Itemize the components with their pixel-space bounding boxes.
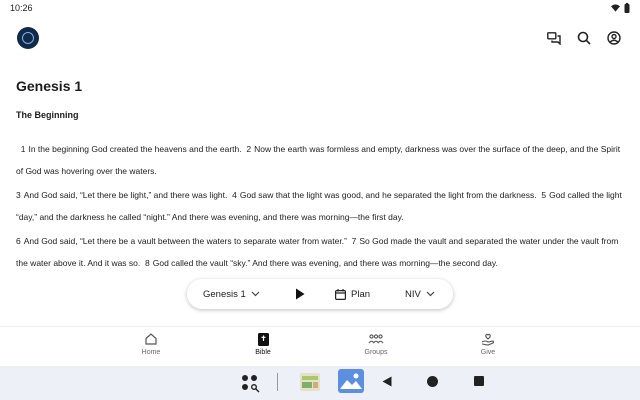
plan-label: Plan bbox=[351, 288, 371, 300]
play-audio-button[interactable] bbox=[295, 288, 305, 300]
chevron-down-icon bbox=[251, 291, 260, 297]
give-icon bbox=[481, 333, 495, 346]
nav-groups-label: Groups bbox=[364, 349, 388, 356]
apps-search-icon bbox=[242, 375, 260, 393]
reader-controls: Genesis 1 Plan NIV bbox=[187, 279, 453, 309]
nav-give[interactable]: Give bbox=[458, 331, 518, 356]
nav-bible[interactable]: Bible bbox=[233, 331, 293, 356]
home-circle-icon bbox=[427, 376, 438, 387]
system-icons bbox=[611, 3, 630, 13]
verse-number: 6 bbox=[16, 236, 21, 246]
groups-icon bbox=[368, 334, 384, 344]
nav-give-label: Give bbox=[480, 349, 496, 356]
play-icon bbox=[296, 288, 305, 300]
verse-text: In the beginning God created the heavens… bbox=[28, 144, 242, 154]
verse[interactable]: 4 God saw that the light was good, and he… bbox=[232, 190, 536, 200]
chapter-selector[interactable]: Genesis 1 bbox=[203, 289, 260, 300]
chat-icon[interactable] bbox=[546, 30, 562, 46]
battery-icon bbox=[624, 3, 630, 13]
plan-button[interactable]: Plan bbox=[335, 288, 371, 300]
home-icon bbox=[145, 333, 157, 345]
status-bar: 10:26 bbox=[0, 0, 640, 18]
bible-icon bbox=[257, 332, 269, 346]
calendar-icon bbox=[335, 288, 346, 300]
bottom-navigation: Home Bible Groups Give bbox=[0, 326, 640, 367]
paragraph: 3 And God said, “Let there be light,” and… bbox=[16, 184, 624, 228]
nav-home-label: Home bbox=[141, 349, 161, 356]
system-taskbar bbox=[0, 366, 640, 400]
verse[interactable]: 6 And God said, “Let there be a vault bet… bbox=[16, 236, 347, 246]
nav-bible-label: Bible bbox=[255, 349, 271, 356]
version-selector[interactable]: NIV bbox=[405, 289, 435, 300]
app-drawer-button[interactable] bbox=[240, 373, 260, 393]
verse-number: 4 bbox=[232, 190, 237, 200]
paragraph: 1 In the beginning God created the heaven… bbox=[16, 138, 624, 182]
nav-home[interactable]: Home bbox=[121, 331, 181, 356]
verse-text: And God said, “Let there be a vault betw… bbox=[23, 236, 347, 246]
search-icon[interactable] bbox=[576, 30, 592, 46]
taskbar-app-gallery[interactable] bbox=[338, 369, 364, 393]
verse-number: 8 bbox=[145, 258, 150, 268]
chapter-title: Genesis 1 bbox=[16, 78, 83, 94]
verse-number: 5 bbox=[541, 190, 547, 200]
recents-button[interactable] bbox=[474, 376, 484, 386]
chevron-down-icon bbox=[426, 291, 435, 297]
back-button[interactable] bbox=[382, 376, 392, 387]
version-label: NIV bbox=[405, 288, 421, 300]
verse[interactable]: 3 And God said, “Let there be light,” and… bbox=[16, 190, 227, 200]
app-bar bbox=[0, 22, 640, 54]
verse-number: 2 bbox=[246, 144, 252, 154]
verse-text: God saw that the light was good, and he … bbox=[239, 190, 537, 200]
bible-reader: Genesis 1 The Beginning 1 In the beginnin… bbox=[16, 70, 624, 276]
verse-text: And God said, “Let there be light,” and … bbox=[23, 190, 228, 200]
verse[interactable]: 8 God called the vault “sky.” And there w… bbox=[145, 258, 498, 268]
section-heading: The Beginning bbox=[16, 110, 79, 120]
account-icon[interactable] bbox=[606, 30, 622, 46]
chapter-selector-label: Genesis 1 bbox=[203, 288, 246, 300]
taskbar-app-map[interactable] bbox=[300, 373, 320, 391]
gallery-app-icon bbox=[338, 369, 364, 393]
verse-number: 1 bbox=[20, 144, 26, 154]
verse-text: God called the vault “sky.” And there wa… bbox=[152, 258, 498, 268]
verse-number: 3 bbox=[16, 190, 21, 200]
verse[interactable]: 1 In the beginning God created the heaven… bbox=[16, 144, 242, 154]
taskbar-divider bbox=[277, 373, 278, 391]
verse-number: 7 bbox=[351, 236, 357, 246]
back-triangle-icon bbox=[382, 376, 392, 387]
status-time: 10:26 bbox=[10, 3, 33, 13]
wifi-icon bbox=[611, 4, 620, 12]
nav-groups[interactable]: Groups bbox=[346, 331, 406, 356]
home-button[interactable] bbox=[427, 376, 438, 387]
paragraph: 6 And God said, “Let there be a vault bet… bbox=[16, 230, 624, 274]
recents-square-icon bbox=[474, 376, 484, 386]
app-logo[interactable] bbox=[17, 27, 39, 49]
map-app-icon bbox=[300, 373, 320, 391]
